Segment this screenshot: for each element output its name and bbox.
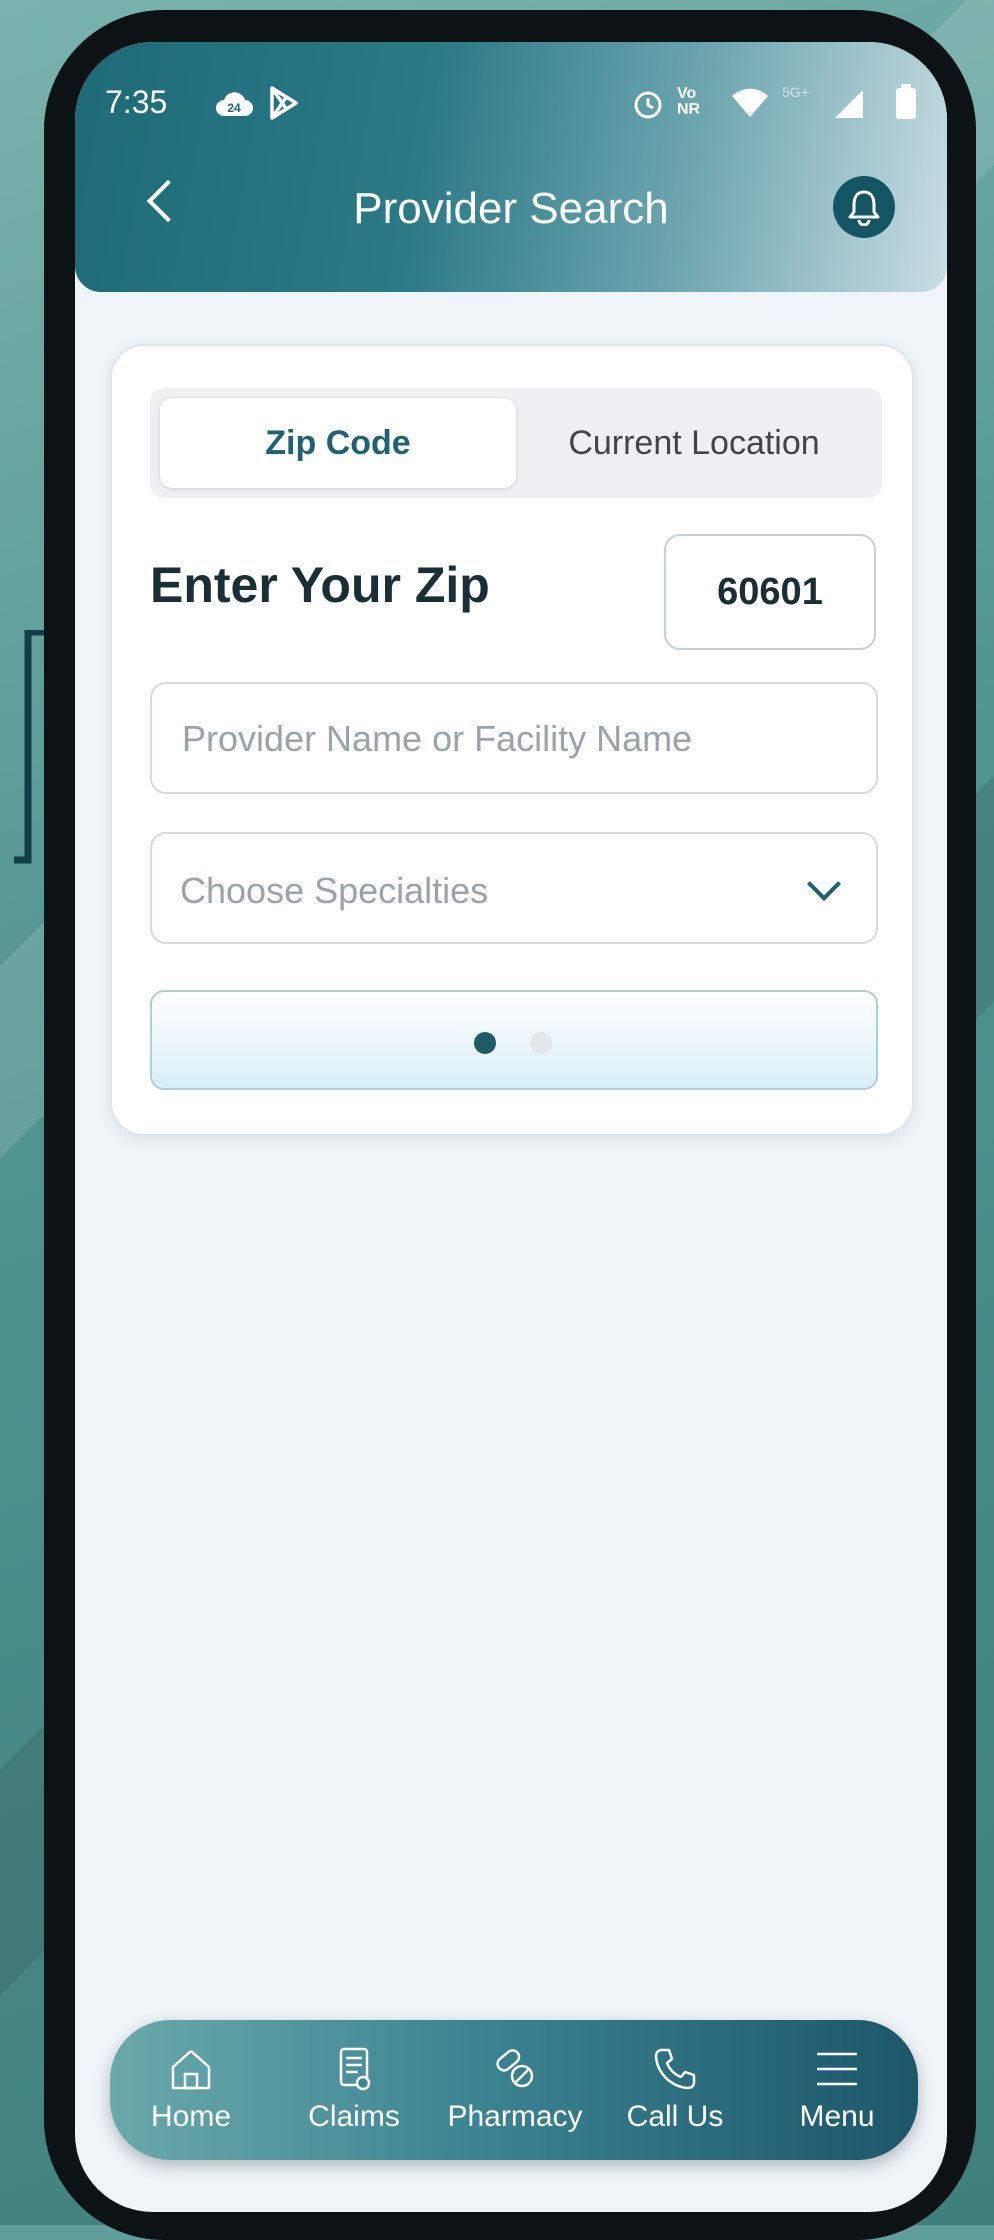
- search-card: Zip Code Current Location Enter Your Zip…: [110, 344, 914, 1136]
- nav-pharmacy[interactable]: Pharmacy: [440, 2020, 590, 2160]
- side-button: [962, 750, 976, 920]
- alarm-icon: [634, 91, 662, 119]
- notifications-button[interactable]: [833, 176, 895, 238]
- loading-dot-active: [474, 1032, 496, 1054]
- phone-icon: [654, 2048, 696, 2090]
- menu-icon: [817, 2052, 857, 2086]
- cloud-icon: 24: [216, 92, 253, 116]
- battery-icon: [896, 84, 916, 119]
- specialties-placeholder: Choose Specialties: [180, 870, 489, 911]
- nav-pharmacy-label: Pharmacy: [447, 2100, 583, 2133]
- volte-nr-icon: Vo NR: [677, 85, 701, 118]
- play-store-icon: [270, 86, 298, 120]
- bell-icon: [848, 190, 880, 226]
- side-button: [962, 515, 976, 595]
- home-icon: [171, 2049, 211, 2090]
- side-button: [962, 395, 976, 475]
- tab-current-location[interactable]: Current Location: [516, 398, 872, 488]
- provider-name-field[interactable]: [150, 682, 878, 794]
- zip-label: Enter Your Zip: [150, 557, 490, 613]
- nav-claims-label: Claims: [308, 2100, 400, 2133]
- app-header: 7:35 24 Vo NR 5G+ Provider Search: [75, 42, 947, 292]
- nav-claims[interactable]: Claims: [279, 2020, 429, 2160]
- cloud-badge: 24: [227, 101, 241, 115]
- nav-home-label: Home: [150, 2100, 232, 2133]
- loading-dot: [530, 1032, 552, 1054]
- specialties-select[interactable]: Choose Specialties: [150, 832, 878, 944]
- status-bar: 7:35 24 Vo NR 5G+: [105, 84, 917, 128]
- nav-menu[interactable]: Menu: [762, 2020, 912, 2160]
- chevron-down-icon: [807, 867, 841, 901]
- provider-name-input[interactable]: [180, 684, 844, 794]
- location-mode-toggle: Zip Code Current Location: [150, 388, 882, 498]
- app-screen: 7:35 24 Vo NR 5G+ Provider Search Zip Co…: [75, 42, 947, 2212]
- nav-menu-label: Menu: [799, 2100, 875, 2133]
- search-button[interactable]: [150, 990, 878, 1090]
- signal-icon: [835, 90, 863, 118]
- nav-home[interactable]: Home: [116, 2020, 266, 2160]
- claims-icon: [339, 2047, 371, 2091]
- tab-zip-code[interactable]: Zip Code: [160, 398, 516, 488]
- network-type-label: 5G+: [782, 84, 809, 100]
- pharmacy-icon: [496, 2049, 534, 2088]
- nav-call-us[interactable]: Call Us: [600, 2020, 750, 2160]
- nav-call-us-label: Call Us: [626, 2100, 724, 2133]
- zip-input[interactable]: 60601: [664, 534, 876, 650]
- status-time: 7:35: [105, 84, 168, 120]
- wifi-icon: [732, 88, 768, 117]
- bottom-nav: Home Claims Pharmacy Call Us Menu: [110, 2020, 918, 2160]
- page-title: Provider Search: [353, 184, 669, 233]
